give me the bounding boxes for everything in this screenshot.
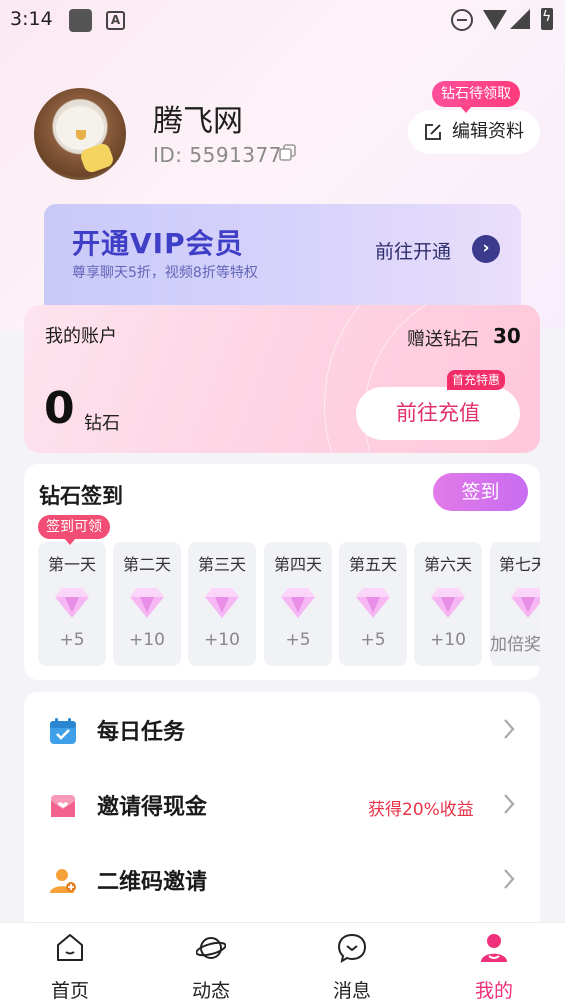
nav-item-home[interactable]: 首页 (20, 923, 120, 1004)
day-label: 第一天 (47, 555, 96, 574)
chevron-right-icon[interactable]: › (472, 235, 500, 263)
menu-item-qr-invite[interactable]: 二维码邀请 (24, 842, 540, 917)
diamond-balance: 0 (44, 383, 75, 434)
recharge-button[interactable]: 前往充值 (356, 387, 520, 440)
username: 腾飞网 (153, 104, 243, 139)
day-cell[interactable]: 第二天 +10 (113, 542, 181, 666)
vip-open-label[interactable]: 前往开通 (375, 237, 451, 264)
home-icon (57, 934, 83, 961)
diamond-pending-badge: 钻石待领取 (432, 81, 520, 113)
signin-button[interactable]: 签到 (433, 473, 528, 511)
first-recharge-tag: 首充特惠 (447, 370, 506, 390)
day-cell[interactable]: 第一天 +5 (38, 542, 106, 666)
day-label: 第四天 (273, 555, 322, 574)
signin-days-row[interactable]: 第一天 +5 第二天 +10 第三天 +10 第四天 +5 第五天 +5 第六天… (38, 542, 540, 666)
app-icon (69, 9, 92, 32)
nav-label: 消息 (332, 980, 371, 1002)
account-title: 我的账户 (45, 326, 117, 347)
diamond-icon (511, 588, 540, 618)
nav-label: 我的 (474, 980, 513, 1002)
edit-profile-label: 编辑资料 (452, 121, 524, 142)
status-time: 3:14 (10, 8, 53, 30)
profile-icon (481, 934, 507, 962)
day-label: 第六天 (423, 555, 472, 574)
day-cell[interactable]: 第三天 +10 (188, 542, 256, 666)
account-card: 我的账户 赠送钻石 30 0 钻石 前往充值 首充特惠 (24, 305, 540, 453)
vip-title: 开通VIP会员 (72, 227, 244, 260)
diamond-icon (205, 588, 239, 618)
diamond-icon (356, 588, 390, 618)
diamond-icon (281, 588, 315, 618)
signin-card: 钻石签到 签到 签到可领 第一天 +5 第二天 +10 第三天 +10 第四天 … (24, 464, 540, 680)
day-cell[interactable]: 第四天 +5 (264, 542, 332, 666)
day-reward: +10 (129, 630, 165, 650)
avatar-face (56, 106, 104, 150)
signin-available-tag: 签到可领 (38, 515, 110, 545)
signin-title: 钻石签到 (39, 484, 123, 508)
nav-label: 动态 (191, 980, 230, 1002)
day-cell[interactable]: 第七天 加倍奖 (490, 542, 540, 666)
edit-profile-button[interactable]: 编辑资料 (408, 110, 540, 154)
copy-icon[interactable] (279, 144, 297, 162)
day-cell[interactable]: 第五天 +5 (339, 542, 407, 666)
a-icon: A (106, 11, 125, 30)
menu-item-daily-tasks[interactable]: 每日任务 (24, 692, 540, 767)
edit-icon (425, 124, 441, 140)
user-invite-icon (50, 869, 76, 893)
dnd-icon (451, 9, 473, 31)
day-reward: +5 (285, 630, 311, 650)
envelope-heart-icon (51, 795, 75, 817)
avatar[interactable] (34, 88, 126, 180)
day-cell[interactable]: 第六天 +10 (414, 542, 482, 666)
day-reward: +5 (59, 630, 85, 650)
menu-card: 每日任务 邀请得现金 获得20%收益 二维码邀请 (24, 692, 540, 932)
diamond-icon (130, 588, 164, 618)
day-reward: +5 (360, 630, 386, 650)
day-label: 第七天 (499, 555, 540, 574)
signal-icon (510, 9, 530, 29)
income-hint: 获得20%收益 (368, 800, 474, 820)
wifi-icon (483, 10, 507, 30)
nav-item-mine[interactable]: 我的 (444, 923, 544, 1004)
diamond-icon (55, 588, 89, 618)
chevron-right-icon (504, 869, 515, 889)
status-bar: 3:14 A (0, 0, 565, 40)
message-icon (337, 933, 367, 964)
nav-label: 首页 (50, 980, 89, 1002)
nav-item-messages[interactable]: 消息 (302, 923, 402, 1004)
day-reward: +10 (204, 630, 240, 650)
user-id: ID: 5591377 (153, 143, 282, 167)
chevron-right-icon (504, 794, 515, 814)
calendar-check-icon (50, 718, 76, 744)
day-reward: 加倍奖 (490, 635, 540, 655)
planet-icon (196, 937, 226, 959)
day-label: 第二天 (122, 555, 171, 574)
gift-diamond-value: 30 (493, 324, 521, 348)
menu-item-label: 邀请得现金 (97, 795, 208, 820)
vip-card[interactable]: 开通VIP会员 尊享聊天5折，视频8折等特权 前往开通 › (44, 204, 521, 314)
day-label: 第五天 (348, 555, 397, 574)
menu-item-invite-cash[interactable]: 邀请得现金 获得20%收益 (24, 767, 540, 842)
day-label: 第三天 (197, 555, 246, 574)
menu-item-label: 二维码邀请 (97, 870, 208, 895)
avatar-beak (76, 130, 86, 140)
diamond-unit: 钻石 (84, 413, 120, 434)
bottom-nav: 首页 动态 消息 我的 (0, 922, 565, 1004)
vip-subtitle: 尊享聊天5折，视频8折等特权 (72, 265, 258, 281)
menu-item-label: 每日任务 (97, 720, 186, 745)
diamond-icon (431, 588, 465, 618)
day-reward: +10 (430, 630, 466, 650)
nav-item-moments[interactable]: 动态 (161, 923, 261, 1004)
battery-icon (541, 8, 553, 30)
chevron-right-icon (504, 719, 515, 739)
gift-diamond-label: 赠送钻石 (407, 329, 479, 350)
